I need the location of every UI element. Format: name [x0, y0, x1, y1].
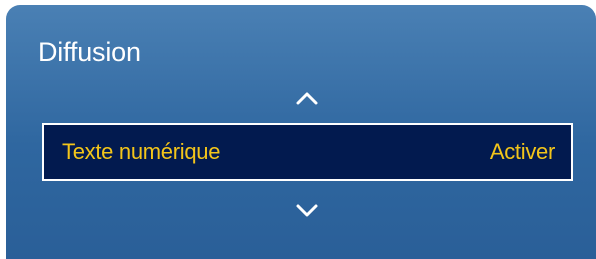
menu-title: Diffusion: [38, 37, 141, 67]
chevron-up-icon[interactable]: [294, 85, 320, 111]
menu-item-value: Activer: [489, 139, 555, 164]
menu-item-label: Texte numérique: [62, 139, 221, 164]
chevron-down-icon[interactable]: [294, 198, 320, 224]
menu-item-digital-text[interactable]: Texte numérique Activer: [42, 123, 573, 181]
menu-panel: Diffusion Texte numérique Activer: [6, 5, 596, 259]
